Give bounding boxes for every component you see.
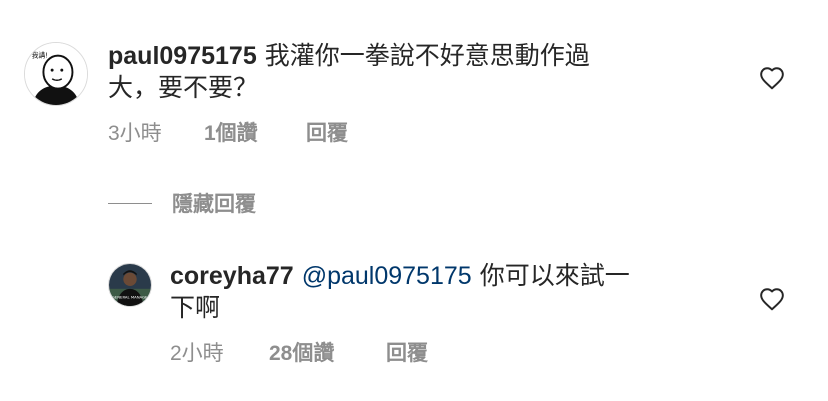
comment-time[interactable]: 3小時 — [108, 117, 204, 147]
avatar-illustration: 我講! — [25, 43, 87, 105]
comment-meta: 3小時 1個讚 回覆 — [108, 117, 348, 147]
comment-text-line1: 我灌你一拳說不好意思動作過 — [264, 42, 590, 70]
reply-time[interactable]: 2小時 — [170, 337, 269, 367]
comment-body: paul0975175 我灌你一拳說不好意思動作過 大，要不要？ — [108, 40, 708, 104]
like-button[interactable] — [759, 66, 785, 90]
reply-text-line1: 你可以來試一 — [479, 262, 630, 290]
hide-replies-button[interactable]: 隱藏回覆 — [108, 188, 256, 218]
reply-username[interactable]: coreyha77 — [170, 262, 294, 290]
reply-button[interactable]: 回覆 — [386, 337, 428, 367]
comment-text-line2: 大，要不要？ — [108, 74, 259, 102]
reply-button[interactable]: 回覆 — [306, 117, 348, 147]
reply-text-line2: 下啊 — [170, 294, 221, 322]
heart-outline-icon — [760, 288, 784, 311]
reply-likes[interactable]: 28個讚 — [269, 337, 386, 367]
heart-outline-icon — [760, 67, 784, 90]
divider-line — [108, 202, 152, 204]
comment-likes[interactable]: 1個讚 — [204, 117, 306, 147]
reply-meta: 2小時 28個讚 回覆 — [170, 337, 428, 367]
avatar-coreyha77[interactable]: GENERAL MANAGER — [108, 263, 152, 307]
avatar-caption: 我講! — [32, 51, 48, 60]
avatar-photo: GENERAL MANAGER — [109, 264, 151, 306]
comment-username[interactable]: paul0975175 — [108, 42, 257, 70]
reply-body: coreyha77 @paul0975175 你可以來試一 下啊 — [170, 260, 710, 324]
like-button[interactable] — [759, 287, 785, 311]
hide-replies-label: 隱藏回覆 — [172, 193, 256, 216]
avatar-caption: GENERAL MANAGER — [112, 294, 151, 299]
reply-mention[interactable]: @paul0975175 — [302, 262, 472, 290]
avatar-paul0975175[interactable]: 我講! — [24, 42, 88, 106]
